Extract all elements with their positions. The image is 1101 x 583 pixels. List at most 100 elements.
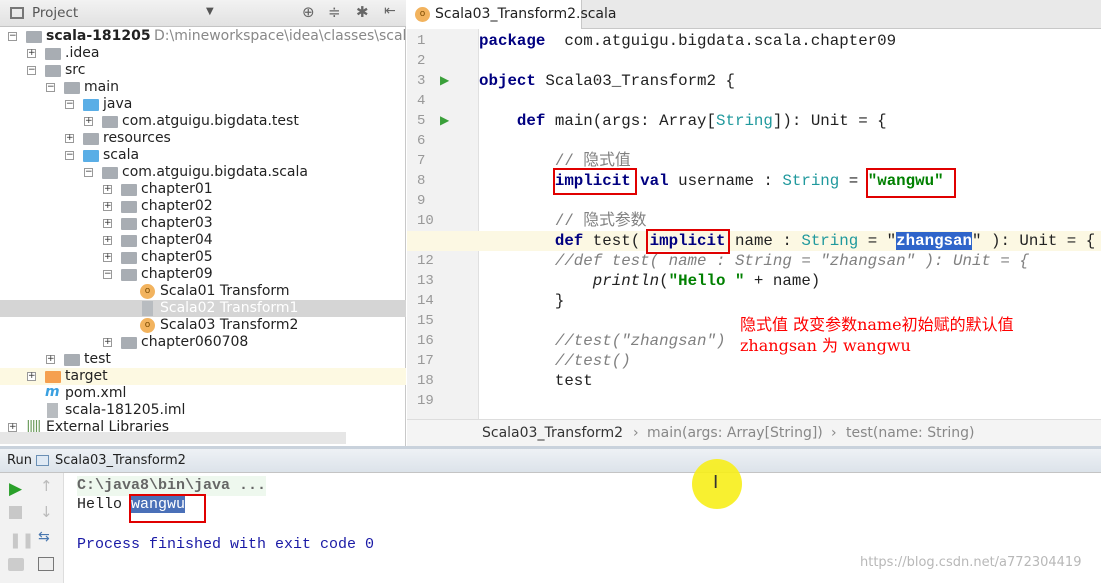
breadcrumb-class[interactable]: Scala03_Transform2	[482, 420, 623, 447]
tree-item-label: target	[65, 368, 108, 384]
tree-item[interactable]: − java	[0, 96, 406, 113]
tree-item[interactable]: − scala-181205 D:\mineworkspace\idea\class…	[0, 28, 406, 45]
code-token: //def test( name : String = "zhangsan" )…	[554, 252, 1029, 270]
hide-icon[interactable]: ⇤	[384, 3, 396, 19]
folder-icon	[64, 82, 80, 94]
down-arrow-icon[interactable]: ↓	[40, 503, 53, 521]
tree-item[interactable]: o Scala03 Transform2	[0, 317, 406, 334]
code-line[interactable]: //def test( name : String = "zhangsan" )…	[479, 251, 1029, 271]
tree-item[interactable]: + chapter04	[0, 232, 406, 249]
package-icon	[121, 337, 137, 349]
project-panel: Project ▼ ⊕ ≑ ✱ ⇤ − scala-181205 D:\minewo…	[0, 0, 406, 446]
tree-item-label: Scala02 Transform1	[160, 300, 299, 316]
collapse-icon[interactable]: −	[27, 66, 36, 75]
tree-item[interactable]: + chapter03	[0, 215, 406, 232]
tree-item[interactable]: + chapter060708	[0, 334, 406, 351]
tree-item[interactable]: + target	[0, 368, 406, 385]
expand-icon[interactable]: +	[103, 253, 112, 262]
tree-item-label: chapter03	[141, 215, 213, 231]
up-arrow-icon[interactable]: ↑	[40, 477, 53, 495]
collapse-icon[interactable]: −	[46, 83, 55, 92]
collapse-icon[interactable]: ≑	[328, 3, 341, 21]
tree-item[interactable]: o Scala01 Transform	[0, 283, 406, 300]
tree-item[interactable]: + chapter01	[0, 181, 406, 198]
gear-icon[interactable]: ✱	[356, 3, 369, 21]
collapse-icon[interactable]: −	[65, 100, 74, 109]
tree-item[interactable]: − main	[0, 79, 406, 96]
breadcrumb-main[interactable]: main(args: Array[String])	[647, 420, 823, 447]
expand-icon[interactable]: +	[27, 49, 36, 58]
expand-icon[interactable]: +	[103, 338, 112, 347]
expand-icon[interactable]: +	[103, 236, 112, 245]
expand-icon[interactable]: +	[8, 423, 17, 432]
tree-item[interactable]: + test	[0, 351, 406, 368]
expand-icon[interactable]: +	[46, 355, 55, 364]
tree-item-label: chapter04	[141, 232, 213, 248]
project-icon	[10, 7, 24, 19]
code-line[interactable]: def main(args: Array[String]): Unit = {	[479, 111, 887, 131]
code-line[interactable]: object Scala03_Transform2 {	[479, 71, 735, 91]
rerun-icon[interactable]: ▶	[9, 479, 22, 499]
soft-wrap-icon[interactable]: ⇆	[38, 529, 50, 545]
code-token: = "	[858, 232, 897, 250]
code-token: String	[716, 112, 773, 130]
editor-tab-bar: o Scala03_Transform2.scala ✕	[407, 0, 1101, 50]
tree-item-label: pom.xml	[65, 385, 127, 401]
code-line[interactable]: test	[479, 371, 593, 391]
collapse-icon[interactable]: −	[65, 151, 74, 160]
dropdown-icon[interactable]: ▼	[206, 6, 214, 17]
tree-item[interactable]: m pom.xml	[0, 384, 406, 402]
expand-icon[interactable]: +	[84, 117, 93, 126]
code-line[interactable]: //test()	[479, 351, 631, 371]
camera-icon[interactable]	[8, 558, 24, 571]
tree-item[interactable]: + resources	[0, 130, 406, 147]
expand-icon[interactable]: +	[103, 202, 112, 211]
locate-icon[interactable]: ⊕	[302, 3, 315, 21]
code-token: "Hello "	[668, 272, 745, 290]
horizontal-scrollbar[interactable]	[0, 432, 346, 444]
collapse-icon[interactable]: −	[84, 168, 93, 177]
scala-object-icon: o	[140, 318, 155, 333]
tree-item[interactable]: − scala	[0, 147, 406, 164]
tree-item[interactable]: + com.atguigu.bigdata.test	[0, 113, 406, 130]
module-icon	[26, 31, 42, 43]
pause-icon[interactable]: ❚❚	[9, 531, 34, 549]
tree-item-label: Scala01 Transform	[160, 283, 290, 299]
expand-icon[interactable]: +	[103, 219, 112, 228]
tree-item[interactable]: + .idea	[0, 45, 406, 62]
tree-item[interactable]: − com.atguigu.bigdata.scala	[0, 164, 406, 181]
code-area[interactable]: package com.atguigu.bigdata.scala.chapte…	[407, 29, 1101, 419]
tree-item[interactable]: + chapter05	[0, 249, 406, 266]
code-line[interactable]: println("Hello " + name)	[479, 271, 821, 291]
tree-item[interactable]: + chapter02	[0, 198, 406, 215]
tree-item[interactable]: − chapter09	[0, 266, 406, 283]
editor-tab[interactable]: o Scala03_Transform2.scala ✕	[407, 0, 616, 50]
run-config-name[interactable]: Scala03_Transform2	[55, 449, 186, 473]
expand-icon[interactable]: +	[27, 372, 36, 381]
tree-item[interactable]: scala-181205.iml	[0, 402, 406, 419]
expand-icon[interactable]: +	[103, 185, 112, 194]
project-title[interactable]: Project	[32, 5, 78, 21]
highlight-box-implicit-param	[646, 229, 730, 254]
breadcrumb-test[interactable]: test(name: String)	[846, 420, 974, 447]
code-line[interactable]: // 隐式参数	[479, 211, 647, 231]
stop-icon[interactable]	[9, 506, 22, 519]
tree-item-label: chapter02	[141, 198, 213, 214]
code-line[interactable]: //test("zhangsan")	[479, 331, 726, 351]
editor: o Scala03_Transform2.scala ✕ 12345678910…	[407, 0, 1101, 446]
tree-item[interactable]: − src	[0, 62, 406, 79]
tree-item[interactable]: Scala02 Transform1	[0, 300, 406, 317]
collapse-icon[interactable]: −	[103, 270, 112, 279]
code-line[interactable]: def test( implicit name : String = "zhan…	[479, 231, 1095, 251]
code-line[interactable]: }	[479, 291, 565, 311]
folder-icon	[45, 65, 61, 77]
code-token: package	[479, 32, 546, 50]
code-line[interactable]: package com.atguigu.bigdata.scala.chapte…	[479, 31, 896, 51]
collapse-icon[interactable]: −	[8, 32, 17, 41]
expand-icon[interactable]: +	[65, 134, 74, 143]
watermark: https://blog.csdn.net/a772304419	[860, 555, 1082, 570]
scroll-to-end-icon[interactable]	[38, 557, 54, 571]
